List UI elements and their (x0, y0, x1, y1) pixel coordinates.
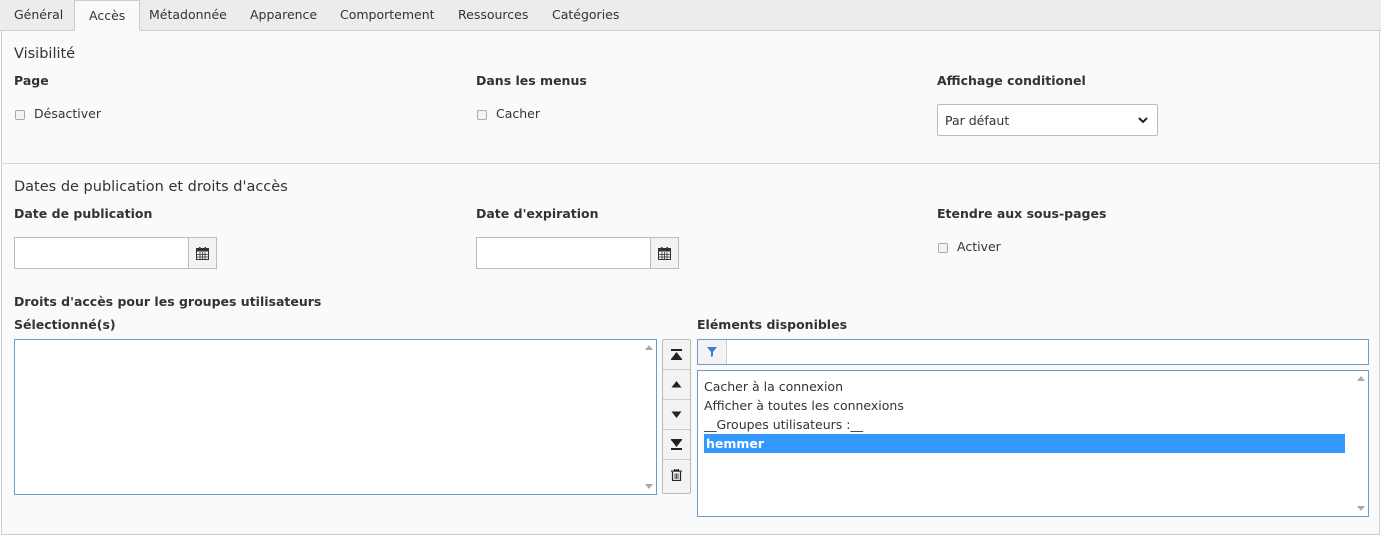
page-label: Page (14, 73, 49, 88)
hide-in-menus-label: Cacher (496, 106, 541, 121)
section-divider (1, 163, 1380, 164)
hide-in-menus-checkbox[interactable] (477, 110, 487, 120)
scroll-down-icon[interactable] (645, 484, 653, 489)
available-items-list[interactable]: Cacher à la connexion Afficher à toutes … (697, 370, 1369, 517)
expiration-date-label: Date d'expiration (476, 206, 599, 221)
move-down-button[interactable] (663, 400, 690, 430)
trash-icon (671, 469, 682, 481)
list-item[interactable]: Cacher à la connexion (704, 377, 843, 396)
selected-list-scrollbar[interactable] (642, 340, 656, 494)
filter-icon (707, 347, 717, 357)
tab-bar: Général Accès Métadonnée Apparence Compo… (0, 0, 1381, 31)
selection-controls (662, 339, 691, 494)
move-down-icon (671, 411, 682, 418)
conditional-display-value: Par défaut (945, 113, 1010, 128)
move-up-button[interactable] (663, 370, 690, 400)
tab-appearance[interactable]: Apparence (236, 0, 331, 30)
conditional-display-label: Affichage conditionel (937, 73, 1086, 88)
scroll-up-icon[interactable] (645, 345, 653, 350)
expiration-date-input[interactable] (476, 237, 651, 269)
expiration-date-picker-button[interactable] (650, 237, 679, 269)
move-bottom-icon (671, 439, 682, 450)
available-items-label: Eléments disponibles (697, 317, 848, 332)
tab-access[interactable]: Accès (74, 0, 141, 31)
available-filter[interactable] (697, 339, 1369, 365)
disable-page-checkbox[interactable] (15, 110, 25, 120)
publication-title: Dates de publication et droits d'accès (14, 179, 288, 195)
extend-subpages-checkbox-label: Activer (957, 239, 1001, 254)
tab-behaviour[interactable]: Comportement (326, 0, 449, 30)
list-item[interactable]: __Groupes utilisateurs :__ (704, 415, 863, 434)
remove-button[interactable] (663, 460, 690, 490)
access-rights-label: Droits d'accès pour les groupes utilisat… (14, 294, 322, 309)
visibility-title: Visibilité (14, 46, 76, 62)
chevron-down-icon (1138, 117, 1148, 124)
selected-items-list[interactable] (14, 339, 657, 495)
move-top-icon (671, 349, 682, 360)
extend-subpages-label: Etendre aux sous-pages (937, 206, 1107, 221)
tab-categories[interactable]: Catégories (538, 0, 633, 30)
filter-icon-box (698, 340, 727, 364)
conditional-display-select[interactable]: Par défaut (937, 104, 1158, 136)
scroll-down-icon[interactable] (1357, 506, 1365, 511)
list-item-selected[interactable]: hemmer (704, 434, 1345, 453)
calendar-icon (196, 247, 209, 260)
calendar-icon (658, 247, 671, 260)
publication-date-picker-button[interactable] (188, 237, 217, 269)
move-top-button[interactable] (663, 340, 690, 370)
tab-general[interactable]: Général (0, 0, 77, 30)
tab-metadata[interactable]: Métadonnée (135, 0, 241, 30)
publication-date-input[interactable] (14, 237, 189, 269)
publication-date-label: Date de publication (14, 206, 153, 221)
list-item[interactable]: Afficher à toutes les connexions (704, 396, 904, 415)
move-up-icon (671, 381, 682, 388)
move-bottom-button[interactable] (663, 430, 690, 460)
available-list-scrollbar[interactable] (1354, 371, 1368, 516)
disable-page-label: Désactiver (34, 106, 101, 121)
menus-label: Dans les menus (476, 73, 587, 88)
selected-items-label: Sélectionné(s) (14, 317, 116, 332)
extend-subpages-checkbox[interactable] (938, 243, 948, 253)
scroll-up-icon[interactable] (1357, 376, 1365, 381)
tab-resources[interactable]: Ressources (444, 0, 542, 30)
